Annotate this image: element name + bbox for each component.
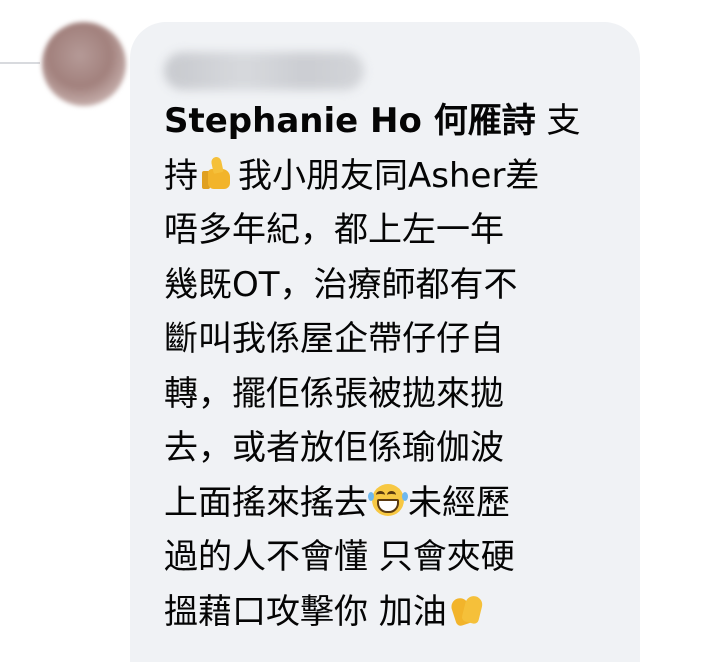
comment-line: Stephanie Ho 何雁詩 支	[164, 101, 581, 141]
clapping-hands-icon	[449, 591, 485, 627]
avatar[interactable]	[42, 22, 126, 106]
comment-text: Stephanie Ho 何雁詩 支 持我小朋友同Asher差 唔多年紀，都上左…	[164, 94, 624, 639]
comment-line: 去，或者放佢係瑜伽波	[164, 428, 504, 468]
comment-line: 搵藉口攻擊你 加油	[164, 585, 624, 640]
comment-line: 轉，擺佢係張被拋來拋	[164, 373, 504, 414]
thumbs-up-icon	[200, 155, 236, 191]
comment-line: 過的人不會懂 只會夾硬	[164, 537, 515, 577]
comment-line: 斷叫我係屋企帶仔仔自	[164, 319, 504, 359]
blurred-commenter-name	[164, 52, 364, 90]
comment-line: 幾既OT，治療師都有不	[164, 264, 518, 305]
laughing-tears-icon	[368, 482, 408, 518]
comment-line: 唔多年紀，都上左一年	[164, 210, 504, 250]
mentioned-user-link[interactable]: Stephanie Ho 何雁詩	[164, 101, 536, 141]
comment-line: 上面搖來搖去 未經歷	[164, 482, 510, 523]
reply-thread-line	[0, 62, 40, 64]
comment-bubble: Stephanie Ho 何雁詩 支 持我小朋友同Asher差 唔多年紀，都上左…	[130, 22, 640, 662]
comment-line: 持我小朋友同Asher差	[164, 155, 540, 196]
